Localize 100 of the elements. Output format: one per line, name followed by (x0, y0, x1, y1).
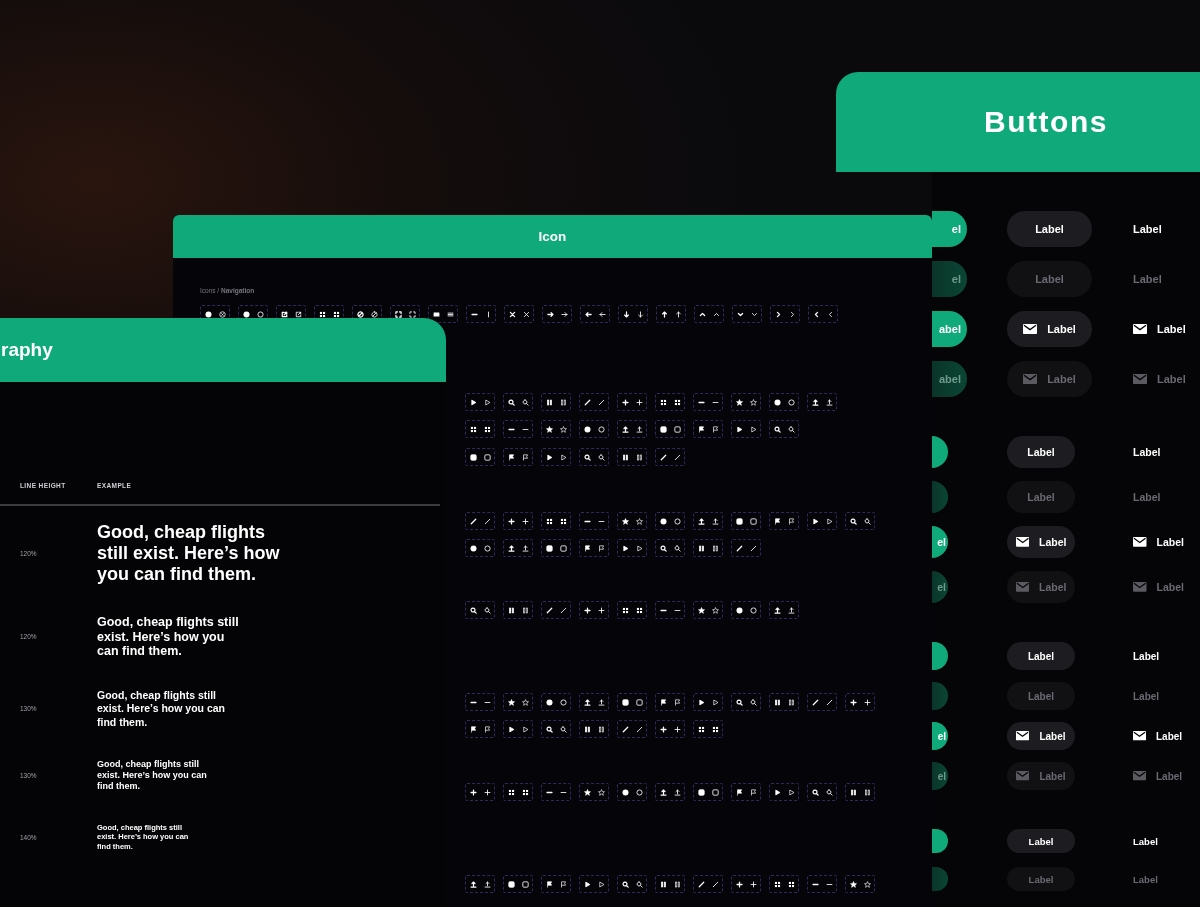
pause-icon (849, 788, 857, 796)
pause-icon (597, 725, 605, 733)
upload-icon (583, 698, 591, 706)
arrow-up-icon (674, 310, 682, 318)
example-text: Good, cheap flights still exist. Here’s how you can find them. (97, 758, 208, 793)
grid-icon (469, 425, 477, 433)
mail-icon (1016, 771, 1030, 781)
secondary-button[interactable]: Label (1007, 436, 1075, 468)
circle-icon (673, 517, 681, 525)
plus-icon (597, 606, 605, 614)
plus-icon (659, 725, 667, 733)
mail-icon (1133, 323, 1147, 335)
circle-icon (242, 310, 250, 318)
circle-icon (545, 698, 553, 706)
square-icon (673, 425, 681, 433)
secondary-button[interactable]: Label (1007, 642, 1075, 670)
star-icon (697, 606, 705, 614)
search-icon (635, 880, 643, 888)
upload-icon (621, 425, 629, 433)
secondary-button[interactable]: Label (1007, 311, 1092, 347)
star-icon (621, 517, 629, 525)
mail-icon (1133, 537, 1147, 547)
circle-icon (597, 425, 605, 433)
circle-icon (583, 425, 591, 433)
pause-icon (545, 398, 553, 406)
text-button[interactable]: Label (1133, 730, 1183, 742)
mail-icon (1023, 323, 1038, 335)
panel-title: raphy (1, 339, 53, 361)
primary-button[interactable] (932, 642, 948, 670)
circle-icon (787, 398, 795, 406)
text-button[interactable]: Label (1133, 323, 1186, 335)
mail-icon (1015, 582, 1030, 592)
circle-icon (559, 698, 567, 706)
text-button[interactable]: Label (1133, 536, 1184, 548)
search-icon (583, 453, 591, 461)
plus-icon (621, 398, 629, 406)
plus-icon (849, 698, 857, 706)
mail-icon (1133, 771, 1146, 781)
arrow-left-icon (598, 310, 606, 318)
text-button[interactable]: Label (1133, 446, 1161, 458)
text-button[interactable]: Label (1133, 650, 1160, 662)
search-icon (621, 880, 629, 888)
expand-icon (394, 310, 402, 318)
arrow-right-icon (546, 310, 554, 318)
grid-icon (507, 788, 515, 796)
mail-icon (1023, 373, 1038, 385)
pause-icon (863, 788, 871, 796)
upload-icon (825, 398, 833, 406)
secondary-button[interactable]: Label (1007, 829, 1075, 853)
secondary-button[interactable]: Label (1007, 526, 1075, 558)
upload-icon (507, 544, 515, 552)
text-button[interactable]: Label (1133, 223, 1162, 235)
circle-close-icon (218, 310, 226, 318)
circle-icon (735, 606, 743, 614)
arrow-down-icon (622, 310, 630, 318)
primary-button[interactable] (932, 829, 948, 853)
square-icon (635, 698, 643, 706)
square-icon (697, 788, 705, 796)
search-icon (559, 725, 567, 733)
upload-icon (659, 788, 667, 796)
square-icon (521, 880, 529, 888)
pause-icon (673, 880, 681, 888)
search-icon (659, 544, 667, 552)
square-icon (483, 453, 491, 461)
star-icon (635, 517, 643, 525)
square-icon (507, 880, 515, 888)
menu-icon (432, 310, 440, 318)
external-link-icon (294, 310, 302, 318)
star-icon (711, 606, 719, 614)
star-icon (545, 425, 553, 433)
pause-icon (635, 453, 643, 461)
plus-icon (469, 788, 477, 796)
upload-icon (521, 544, 529, 552)
search-icon (597, 453, 605, 461)
primary-button[interactable] (932, 436, 948, 468)
text-button[interactable]: Label (1133, 835, 1158, 847)
circle-icon (659, 517, 667, 525)
search-icon (811, 788, 819, 796)
secondary-button[interactable]: Label (1007, 722, 1075, 750)
grid-icon (621, 606, 629, 614)
plus-icon (635, 398, 643, 406)
grid-icon (521, 788, 529, 796)
grid-icon (635, 606, 643, 614)
primary-button[interactable]: el (932, 211, 967, 247)
secondary-button[interactable]: Label (1007, 211, 1092, 247)
mail-icon (1016, 731, 1030, 741)
circle-icon (483, 544, 491, 552)
primary-button[interactable]: abel (932, 311, 967, 347)
primary-button[interactable]: el (932, 526, 948, 558)
star-icon (597, 788, 605, 796)
pause-icon (697, 544, 705, 552)
circle-icon (256, 310, 264, 318)
star-icon (735, 398, 743, 406)
search-icon (787, 425, 795, 433)
search-icon (773, 425, 781, 433)
plus-icon (583, 606, 591, 614)
circle-icon (621, 788, 629, 796)
search-icon (749, 698, 757, 706)
primary-button[interactable]: el (932, 722, 948, 750)
plus-icon (521, 517, 529, 525)
